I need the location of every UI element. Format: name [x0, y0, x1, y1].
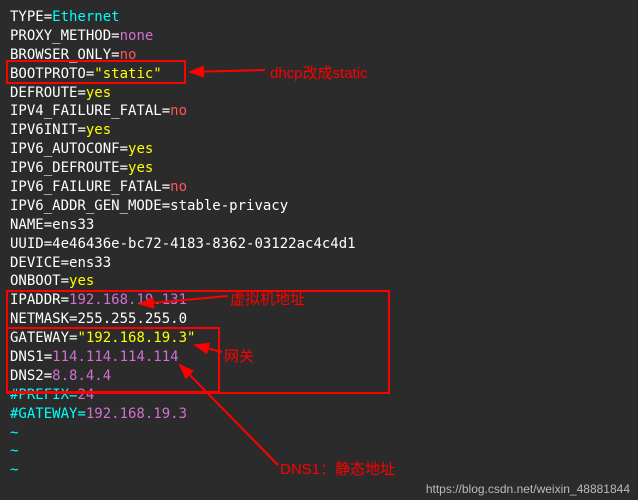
config-value: yes — [86, 122, 111, 138]
config-line: TYPE=Ethernet — [10, 8, 628, 27]
config-line: ONBOOT=yes — [10, 272, 628, 291]
config-value: no — [120, 47, 137, 63]
config-value: 4e46436e-bc72-4183-8362-03122ac4c4d1 — [52, 236, 355, 252]
config-line: NETMASK=255.255.255.0 — [10, 310, 628, 329]
comment-line: #PREFIX=24 — [10, 386, 628, 405]
equals-sign: = — [44, 349, 52, 365]
equals-sign: = — [44, 368, 52, 384]
comment-line: #GATEWAY=192.168.19.3 — [10, 405, 628, 424]
config-value: ens33 — [69, 255, 111, 271]
comment-value: 192.168.19.3 — [86, 406, 187, 422]
config-line: DEVICE=ens33 — [10, 254, 628, 273]
config-line: DEFROUTE=yes — [10, 84, 628, 103]
config-line: IPV6_AUTOCONF=yes — [10, 140, 628, 159]
config-key: PROXY_METHOD — [10, 28, 111, 44]
empty-lines: ~~~ — [10, 424, 628, 481]
equals-sign: = — [77, 122, 85, 138]
equals-sign: = — [77, 85, 85, 101]
comment-lines: #PREFIX=24#GATEWAY=192.168.19.3 — [10, 386, 628, 424]
config-line: PROXY_METHOD=none — [10, 27, 628, 46]
equals-sign: = — [120, 141, 128, 157]
comment-key: #PREFIX= — [10, 387, 77, 403]
config-lines: TYPE=EthernetPROXY_METHOD=noneBROWSER_ON… — [10, 8, 628, 386]
config-key: DEFROUTE — [10, 85, 77, 101]
config-value: 192.168.19.131 — [69, 292, 187, 308]
config-value: yes — [69, 273, 94, 289]
config-line: NAME=ens33 — [10, 216, 628, 235]
config-value: ens33 — [52, 217, 94, 233]
equals-sign: = — [162, 179, 170, 195]
comment-value: 24 — [77, 387, 94, 403]
vim-tilde: ~ — [10, 442, 628, 461]
config-value: 8.8.4.4 — [52, 368, 111, 384]
config-value: yes — [128, 141, 153, 157]
config-value: no — [170, 179, 187, 195]
config-key: IPV6_AUTOCONF — [10, 141, 120, 157]
config-key: NAME — [10, 217, 44, 233]
config-value: "192.168.19.3" — [77, 330, 195, 346]
config-key: IPV6_DEFROUTE — [10, 160, 120, 176]
equals-sign: = — [44, 217, 52, 233]
config-value: stable-privacy — [170, 198, 288, 214]
config-value: no — [170, 103, 187, 119]
config-key: BROWSER_ONLY — [10, 47, 111, 63]
config-line: BROWSER_ONLY=no — [10, 46, 628, 65]
equals-sign: = — [162, 198, 170, 214]
config-line: DNS2=8.8.4.4 — [10, 367, 628, 386]
vim-tilde: ~ — [10, 461, 628, 480]
equals-sign: = — [44, 9, 52, 25]
config-value: none — [120, 28, 154, 44]
config-line: UUID=4e46436e-bc72-4183-8362-03122ac4c4d… — [10, 235, 628, 254]
config-line: IPV6INIT=yes — [10, 121, 628, 140]
config-key: DNS1 — [10, 349, 44, 365]
config-key: IPADDR — [10, 292, 61, 308]
config-value: 255.255.255.0 — [77, 311, 187, 327]
equals-sign: = — [44, 236, 52, 252]
config-value: yes — [86, 85, 111, 101]
config-value: 114.114.114.114 — [52, 349, 178, 365]
config-key: DNS2 — [10, 368, 44, 384]
equals-sign: = — [61, 273, 69, 289]
equals-sign: = — [120, 160, 128, 176]
config-key: DEVICE — [10, 255, 61, 271]
equals-sign: = — [111, 28, 119, 44]
equals-sign: = — [162, 103, 170, 119]
config-line: GATEWAY="192.168.19.3" — [10, 329, 628, 348]
config-value: "static" — [94, 66, 161, 82]
watermark: https://blog.csdn.net/weixin_48881844 — [426, 482, 630, 496]
config-key: BOOTPROTO — [10, 66, 86, 82]
config-key: TYPE — [10, 9, 44, 25]
config-key: IPV6INIT — [10, 122, 77, 138]
config-line: IPV6_DEFROUTE=yes — [10, 159, 628, 178]
config-key: IPV4_FAILURE_FATAL — [10, 103, 162, 119]
config-line: IPV6_ADDR_GEN_MODE=stable-privacy — [10, 197, 628, 216]
config-key: UUID — [10, 236, 44, 252]
config-line: BOOTPROTO="static" — [10, 65, 628, 84]
config-key: ONBOOT — [10, 273, 61, 289]
vim-tilde: ~ — [10, 424, 628, 443]
config-line: IPADDR=192.168.19.131 — [10, 291, 628, 310]
config-key: GATEWAY — [10, 330, 69, 346]
config-key: IPV6_FAILURE_FATAL — [10, 179, 162, 195]
comment-key: #GATEWAY= — [10, 406, 86, 422]
config-line: DNS1=114.114.114.114 — [10, 348, 628, 367]
config-line: IPV4_FAILURE_FATAL=no — [10, 102, 628, 121]
equals-sign: = — [111, 47, 119, 63]
config-value: Ethernet — [52, 9, 119, 25]
equals-sign: = — [61, 255, 69, 271]
equals-sign: = — [61, 292, 69, 308]
terminal-output: TYPE=EthernetPROXY_METHOD=noneBROWSER_ON… — [0, 0, 638, 488]
config-key: NETMASK — [10, 311, 69, 327]
config-key: IPV6_ADDR_GEN_MODE — [10, 198, 162, 214]
config-value: yes — [128, 160, 153, 176]
config-line: IPV6_FAILURE_FATAL=no — [10, 178, 628, 197]
